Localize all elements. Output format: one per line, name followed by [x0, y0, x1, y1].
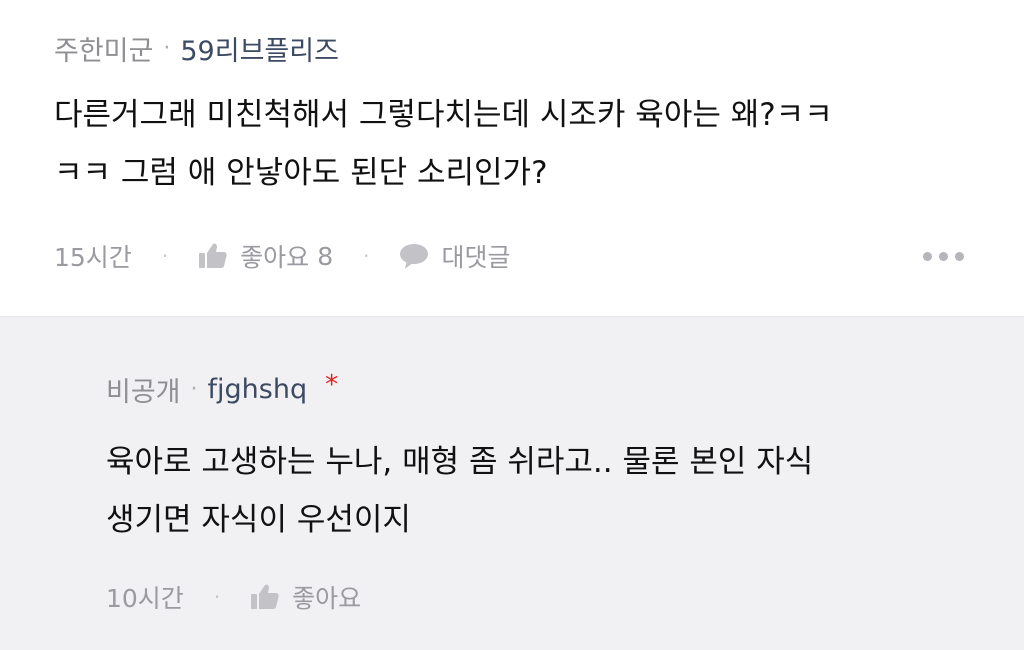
- thumbs-up-icon: [250, 583, 280, 611]
- author-nickname[interactable]: 59리브플리즈: [180, 29, 339, 68]
- comment-time: 15시간: [54, 243, 132, 272]
- author-region: 비공개: [106, 376, 181, 408]
- comment-time: 10시간: [106, 584, 184, 613]
- like-button[interactable]: 좋아요 8: [198, 238, 333, 274]
- comment-body: 육아로 고생하는 누나, 매형 좀 쉬라고.. 물론 본인 자식 생기면 자식이…: [106, 433, 813, 549]
- meta-separator: ·: [163, 35, 171, 61]
- reply-label: 대댓글: [441, 243, 511, 272]
- comment-actions: 10시간 · 좋아요: [106, 575, 361, 619]
- like-button[interactable]: 좋아요: [250, 579, 361, 615]
- like-label: 좋아요: [292, 584, 362, 613]
- comment-body-line: 육아로 고생하는 누나, 매형 좀 쉬라고.. 물론 본인 자식: [106, 444, 814, 480]
- speech-bubble-icon: [399, 242, 429, 270]
- author-region: 주한미군: [54, 35, 154, 67]
- action-separator: ·: [161, 244, 169, 268]
- reply-comment-item: 비공개 · fjghshq * 육아로 고생하는 누나, 매형 좀 쉬라고.. …: [0, 316, 1024, 650]
- more-dots-icon: [916, 251, 964, 261]
- comment-body-line: ㅋㅋ 그럼 애 안낳아도 된단 소리인가?: [54, 155, 548, 191]
- comment-meta: 비공개 · fjghshq *: [106, 369, 338, 409]
- comment-body-line: 다른거그래 미친척해서 그렇다치는데 시조카 육아는 왜?ㅋㅋ: [54, 97, 833, 133]
- like-count: 8: [317, 241, 334, 271]
- more-options-button[interactable]: [916, 234, 964, 278]
- thumbs-up-icon: [198, 242, 228, 270]
- reply-button[interactable]: 대댓글: [399, 238, 510, 274]
- action-separator: ·: [363, 244, 370, 268]
- author-nickname[interactable]: fjghshq: [208, 374, 308, 405]
- author-mark: *: [325, 370, 339, 400]
- comment-body-line: 생기면 자식이 우선이지: [106, 502, 411, 538]
- like-label: 좋아요: [240, 243, 310, 272]
- comment-actions: 15시간 · 좋아요 8 · 대댓글: [54, 234, 964, 278]
- comment-item: 주한미군 · 59리브플리즈 다른거그래 미친척해서 그렇다치는데 시조카 육아…: [0, 0, 1024, 316]
- comment-body: 다른거그래 미친척해서 그렇다치는데 시조카 육아는 왜?ㅋㅋ ㅋㅋ 그럼 애 …: [54, 86, 833, 202]
- action-separator: ·: [213, 585, 221, 609]
- comment-meta: 주한미군 · 59리브플리즈: [54, 28, 339, 68]
- meta-separator: ·: [190, 376, 198, 402]
